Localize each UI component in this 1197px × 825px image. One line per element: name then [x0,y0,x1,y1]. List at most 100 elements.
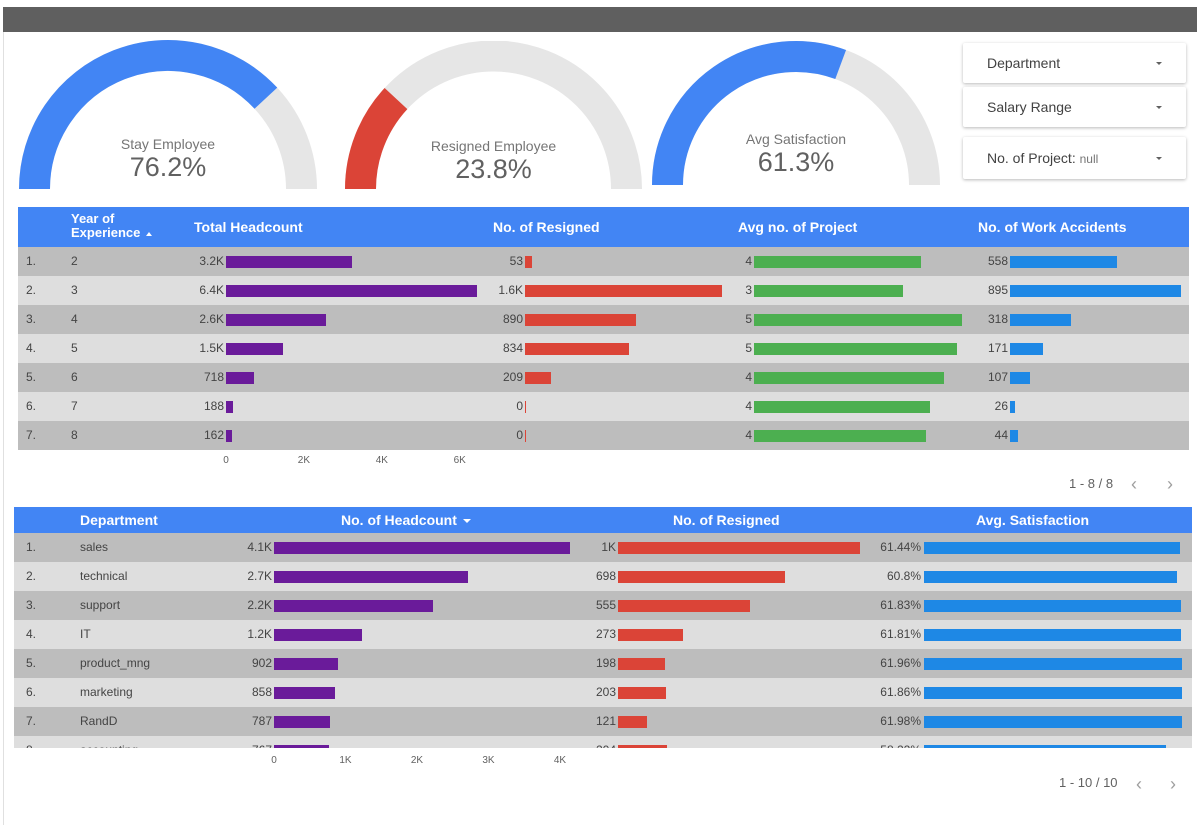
avg-satisfaction-gauge: Avg Satisfaction 61.3% [652,40,940,185]
headcount-value: 4.1K [247,540,272,554]
satisfaction-bar [924,745,1167,748]
table-row[interactable]: 5. 6 718 209 4 107 [18,363,1189,392]
department-filter[interactable]: Department [963,43,1186,83]
table-row[interactable]: 7. RandD 787 121 61.98% [14,707,1192,736]
satisfaction-bar [924,542,1180,554]
accidents-value: 558 [987,254,1008,268]
table-row[interactable]: 4. 5 1.5K 834 5 171 [18,334,1189,363]
resigned-bar [618,600,751,612]
resigned-value: 121 [595,714,616,728]
projects-bar [754,372,944,384]
header-avg-no-of-project[interactable]: Avg no. of Project [738,219,857,235]
axis-tick-label: 2K [410,755,424,766]
department-table-pagination: 1 - 10 / 10 [1059,775,1118,790]
table-row[interactable]: 1. 2 3.2K 53 4 558 [18,247,1189,276]
department-cell: sales [80,540,109,554]
department-filter-label: Department [987,55,1061,71]
resigned-value: 1K [601,540,616,554]
header-no-of-headcount[interactable]: No. of Headcount [341,512,471,528]
department-cell: support [80,598,121,612]
projects-value: 4 [745,428,752,442]
headcount-value: 2.7K [247,569,272,583]
row-index: 1. [26,254,37,268]
table-row[interactable]: 1. sales 4.1K 1K 61.44% [14,533,1192,562]
gauge-label: Stay Employee [120,136,216,152]
chevron-left-icon[interactable]: ‹ [1131,475,1137,493]
department-cell: RandD [80,714,118,728]
chevron-right-icon[interactable]: › [1170,775,1176,793]
resigned-value: 698 [595,569,616,583]
headcount-bar [226,285,477,297]
chevron-down-icon [1156,62,1162,65]
resigned-bar [618,658,666,670]
chevron-right-icon[interactable]: › [1167,475,1173,493]
projects-bar [754,314,962,326]
table-row[interactable]: 2. 3 6.4K 1.6K 3 895 [18,276,1189,305]
table-row[interactable]: 5. product_mng 902 198 61.96% [14,649,1192,678]
row-index: 6. [26,685,37,699]
satisfaction-bar [924,629,1182,641]
row-index: 4. [26,341,37,355]
year-cell: 8 [71,428,78,442]
satisfaction-value: 61.81% [880,627,921,641]
satisfaction-value: 60.8% [886,569,921,583]
row-index: 3. [26,312,37,326]
table-header: Department No. of Headcount No. of Resig… [14,507,1192,533]
resigned-bar [525,401,526,413]
headcount-value: 2.6K [199,312,224,326]
projects-filter[interactable]: No. of Project: null [963,137,1186,179]
axis-tick-label: 4K [375,455,388,466]
accidents-bar [1010,343,1043,355]
resigned-value: 834 [502,341,523,355]
resigned-value: 198 [595,656,616,670]
header-total-headcount[interactable]: Total Headcount [194,219,303,235]
accidents-value: 26 [994,399,1008,413]
headcount-value: 6.4K [199,283,224,297]
chevron-down-icon [1156,106,1162,109]
headcount-bar [226,430,233,442]
satisfaction-bar [924,687,1182,699]
resigned-bar [618,687,667,699]
chevron-left-icon[interactable]: ‹ [1136,775,1142,793]
table-row[interactable]: 3. 4 2.6K 890 5 318 [18,305,1189,334]
stay-employee-gauge: Stay Employee 76.2% [19,39,317,189]
table-row[interactable]: 7. 8 162 0 4 44 [18,421,1189,450]
table-row[interactable]: 2. technical 2.7K 698 60.8% [14,562,1192,591]
table-row[interactable]: 4. IT 1.2K 273 61.81% [14,620,1192,649]
header-year-of-experience[interactable]: Year of Experience [71,212,181,240]
header-no-of-resigned[interactable]: No. of Resigned [673,512,780,528]
header-avg-satisfaction[interactable]: Avg. Satisfaction [976,512,1089,528]
axis-tick-label: 0 [223,455,229,466]
row-index: 5. [26,656,37,670]
table-row[interactable]: 6. 7 188 0 4 26 [18,392,1189,421]
resigned-value: 204 [546,736,616,748]
headcount-value: 188 [203,399,224,413]
table-header: Year of Experience Total Headcount No. o… [18,207,1189,247]
table-row[interactable]: 6. marketing 858 203 61.86% [14,678,1192,707]
projects-bar [754,285,904,297]
satisfaction-bar [924,716,1182,728]
table-row[interactable]: 8. accounting 767 204 58.22% [14,736,1192,748]
resigned-bar [525,430,526,442]
headcount-bar [274,687,336,699]
accidents-bar [1010,285,1181,297]
resigned-employee-gauge: Resigned Employee 23.8% [345,41,642,189]
salary-range-filter-label: Salary Range [987,99,1072,115]
headcount-value: 858 [251,685,272,699]
resigned-value: 209 [502,370,523,384]
table-row[interactable]: 3. support 2.2K 555 61.83% [14,591,1192,620]
resigned-value: 890 [502,312,523,326]
header-no-of-resigned[interactable]: No. of Resigned [493,219,600,235]
salary-range-filter[interactable]: Salary Range [963,87,1186,127]
projects-value: 4 [745,254,752,268]
resigned-bar [618,571,785,583]
accidents-bar [1010,430,1019,442]
headcount-value: 2.2K [247,598,272,612]
gauge-value: 23.8% [455,154,532,184]
axis-tick-label: 3K [482,755,495,766]
projects-bar [754,430,926,442]
row-index: 5. [26,370,37,384]
header-department[interactable]: Department [80,512,158,528]
department-table: Department No. of Headcount No. of Resig… [14,507,1192,772]
header-no-of-work-accidents[interactable]: No. of Work Accidents [978,219,1127,235]
